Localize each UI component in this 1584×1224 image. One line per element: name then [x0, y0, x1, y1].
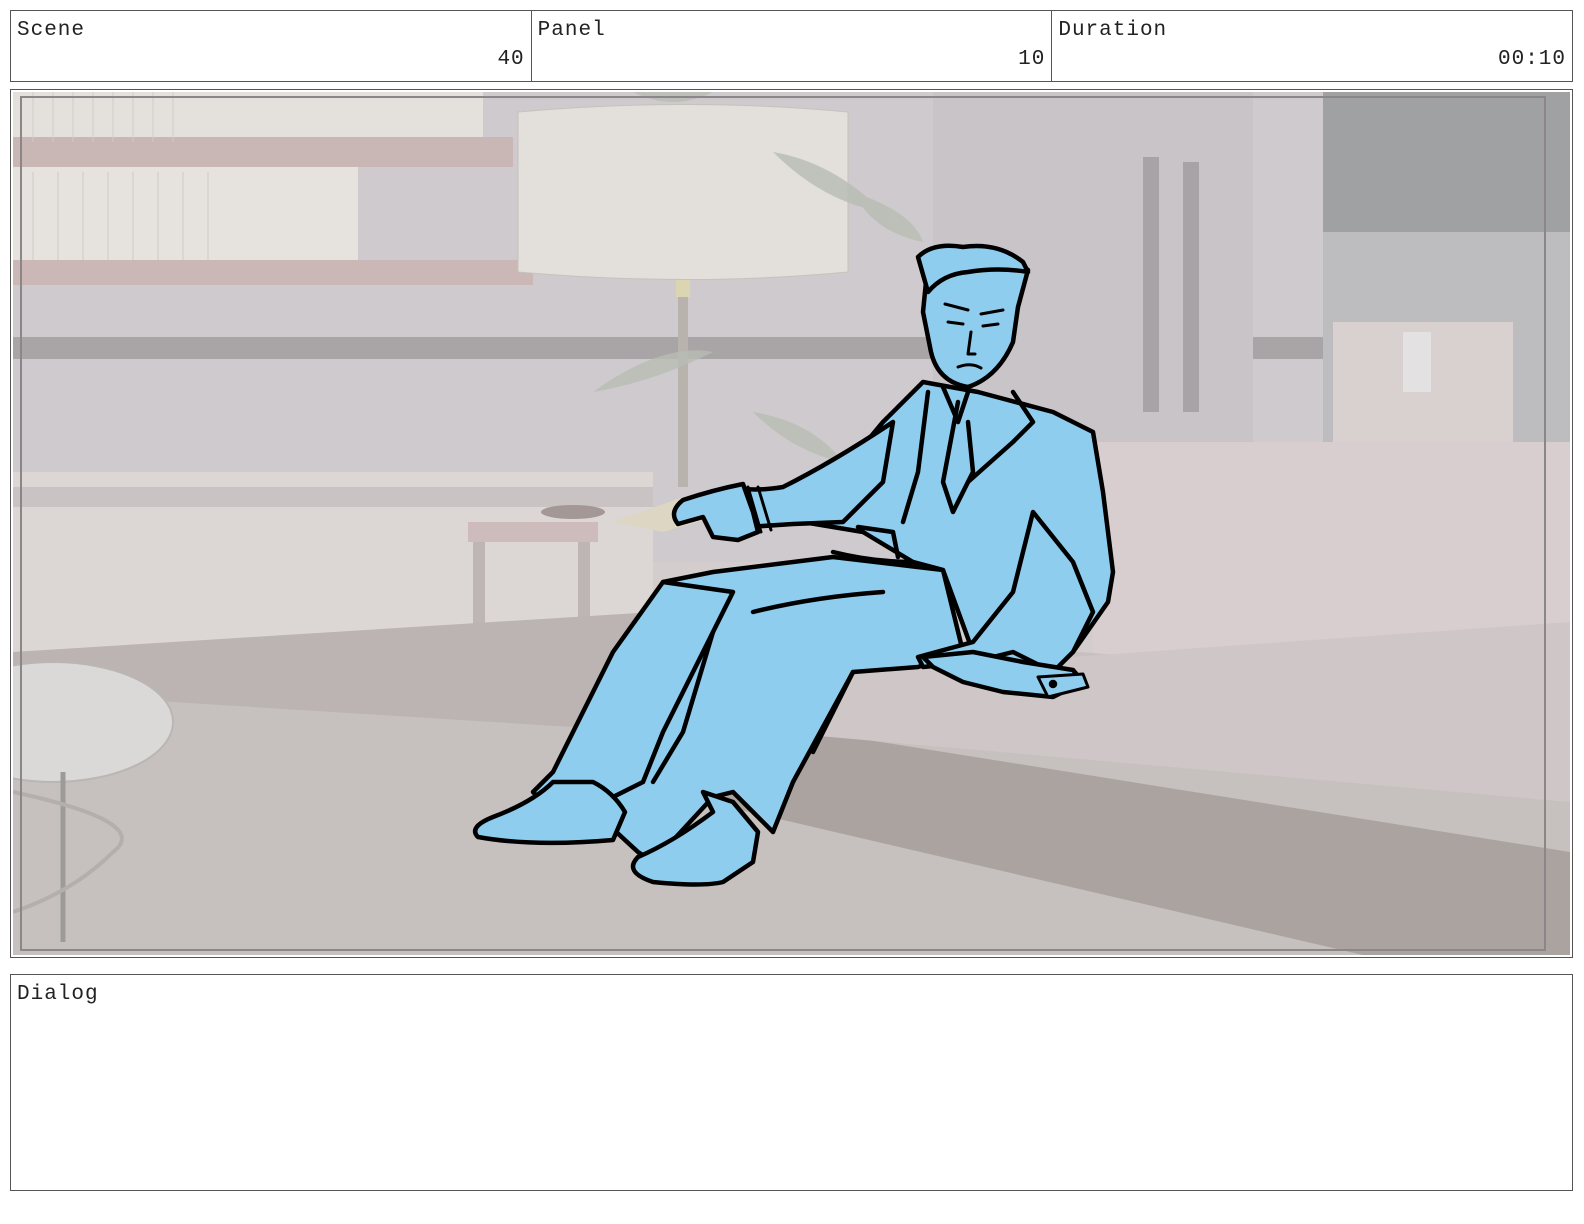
duration-label: Duration [1058, 19, 1168, 42]
duration-field[interactable]: Duration 00:10 [1052, 11, 1572, 81]
panel-field[interactable]: Panel 10 [532, 11, 1053, 81]
dialog-field[interactable]: Dialog [10, 974, 1573, 1191]
scene-field[interactable]: Scene 40 [11, 11, 532, 81]
dialog-label: Dialog [17, 983, 99, 1006]
panel-number[interactable]: 10 [1018, 48, 1045, 71]
storyboard-panel-frame[interactable] [10, 89, 1573, 958]
scene-number[interactable]: 40 [497, 48, 524, 71]
storyboard-header: Scene 40 Panel 10 Duration 00:10 [10, 10, 1573, 82]
panel-label: Panel [537, 19, 606, 42]
duration-value[interactable]: 00:10 [1498, 48, 1566, 71]
scene-label: Scene [17, 19, 86, 42]
panel-artwork [13, 92, 1570, 955]
